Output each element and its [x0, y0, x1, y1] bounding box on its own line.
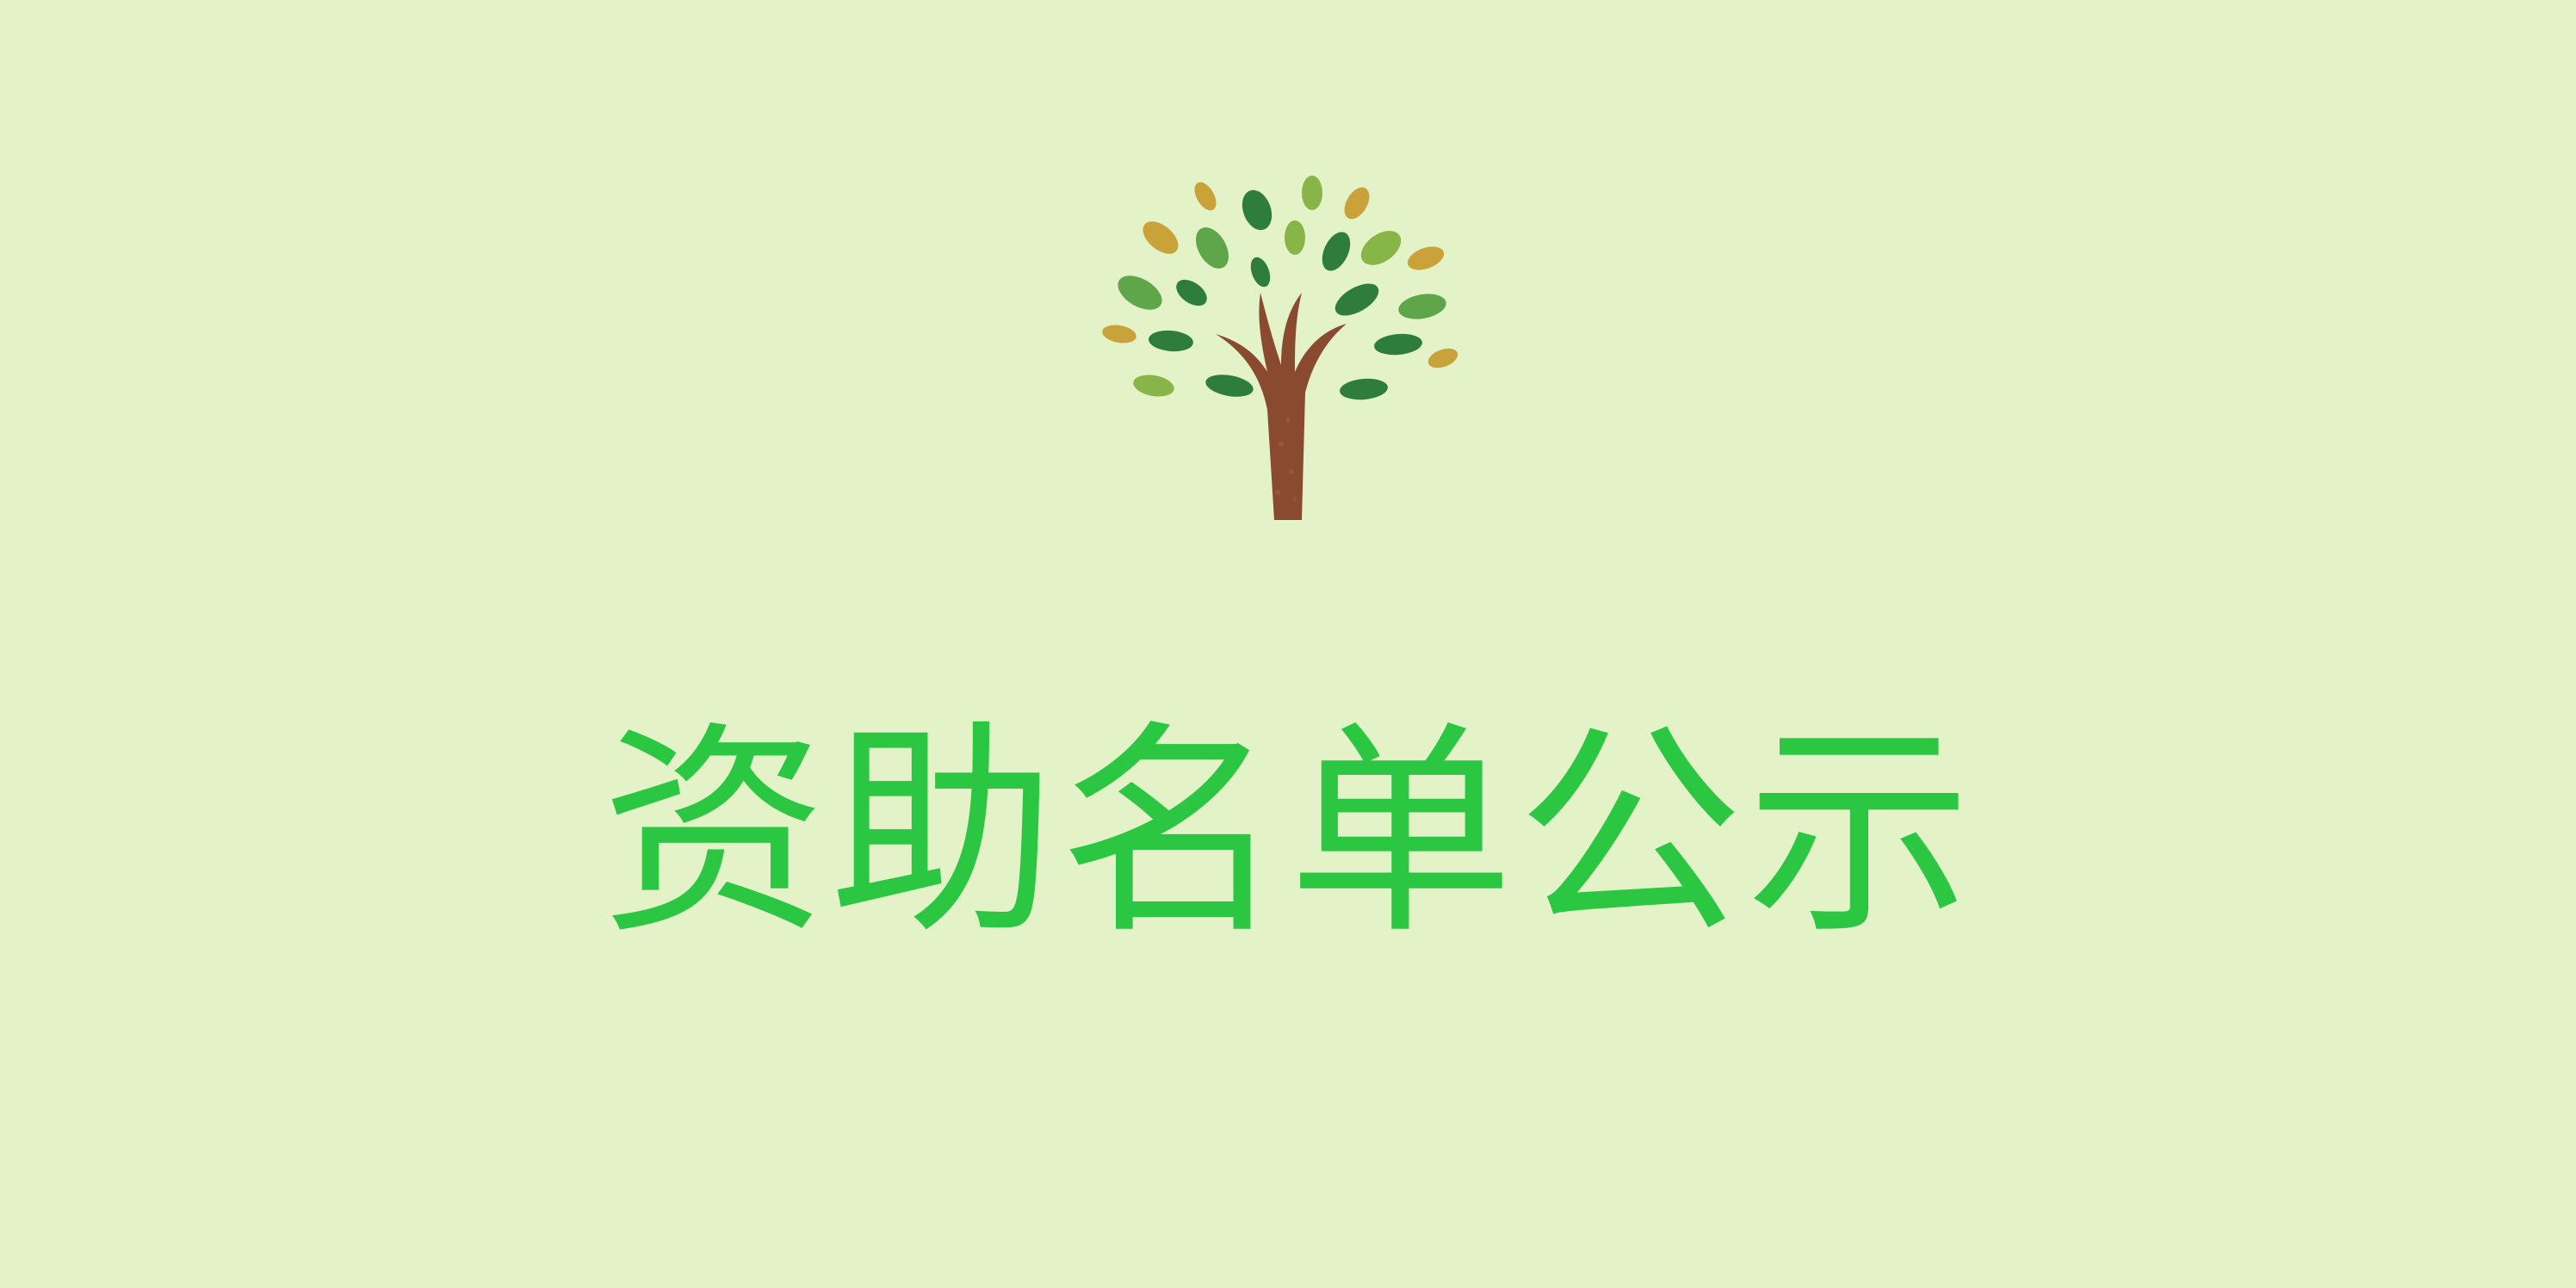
title-area: 资助名单公示 — [0, 696, 2576, 971]
tree-icon — [1102, 176, 1458, 520]
tree-logo — [1088, 169, 1488, 520]
page-title: 资助名单公示 — [601, 702, 1975, 964]
